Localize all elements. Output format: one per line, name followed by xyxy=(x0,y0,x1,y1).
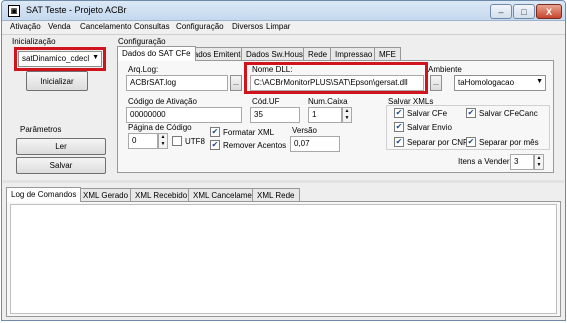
tab-mfe[interactable]: MFE xyxy=(374,47,401,61)
check-icon: ✔ xyxy=(210,140,220,150)
tab-dados-sat-cfe[interactable]: Dados do SAT CFe xyxy=(117,46,196,61)
check-icon: ✔ xyxy=(210,127,220,137)
salvar-cfe-checkbox[interactable]: ✔ Salvar CFe xyxy=(394,108,447,118)
versao-label: Versão xyxy=(292,126,317,135)
tab-xml-recebido[interactable]: XML Recebido xyxy=(130,188,193,202)
read-params-button[interactable]: Ler xyxy=(16,138,106,155)
cod-uf-label: Cód.UF xyxy=(252,97,280,106)
separar-cnpj-checkbox[interactable]: ✔ Separar por CNPJ xyxy=(394,137,472,147)
title-bar: ▣ SAT Teste - Projeto ACBr – □ X xyxy=(2,1,565,21)
remover-acentos-checkbox[interactable]: ✔ Remover Acentos xyxy=(210,140,286,150)
salvar-envio-checkbox[interactable]: ✔ Salvar Envio xyxy=(394,122,452,132)
config-group-label: Configuração xyxy=(118,37,166,46)
menu-bar: Ativação Venda Cancelamento Consultas Co… xyxy=(2,21,565,35)
salvar-envio-label: Salvar Envio xyxy=(407,122,452,132)
arq-log-field[interactable]: ACBrSAT.log xyxy=(126,75,228,91)
app-window: ▣ SAT Teste - Projeto ACBr – □ X Ativaçã… xyxy=(1,0,566,321)
utf8-box xyxy=(172,136,182,146)
salvar-cfe-label: Salvar CFe xyxy=(407,108,448,118)
params-group-label: Parâmetros xyxy=(20,125,62,134)
remover-acentos-label: Remover Acentos xyxy=(223,140,287,150)
maximize-button[interactable]: □ xyxy=(513,4,535,19)
salvar-cfecanc-label: Salvar CFeCanc xyxy=(479,108,538,118)
pagina-codigo-label: Página de Código xyxy=(128,123,192,132)
init-button[interactable]: Inicializar xyxy=(26,71,88,91)
separar-mes-label: Separar por mês xyxy=(479,137,539,147)
nome-dll-field[interactable]: C:\ACBrMonitorPLUS\SAT\Epson\gersat.dll xyxy=(250,75,424,91)
tab-xml-gerado[interactable]: XML Gerado xyxy=(78,188,134,202)
codigo-ativacao-label: Código de Ativação xyxy=(128,97,197,106)
tab-impressao[interactable]: Impressao xyxy=(330,47,378,61)
menu-configuracao[interactable]: Configuração xyxy=(176,22,224,31)
num-caixa-label: Num.Caixa xyxy=(308,97,348,106)
pagina-codigo-spinner[interactable]: ▲ ▼ xyxy=(158,133,168,149)
window-title: SAT Teste - Projeto ACBr xyxy=(26,5,127,15)
minimize-button[interactable]: – xyxy=(490,4,512,19)
tab-xml-rede[interactable]: XML Rede xyxy=(252,188,300,202)
save-params-button[interactable]: Salvar xyxy=(16,157,106,174)
formatar-xml-checkbox[interactable]: ✔ Formatar XML xyxy=(210,127,274,137)
tab-rede[interactable]: Rede xyxy=(303,47,333,61)
num-caixa-field[interactable]: 1 xyxy=(308,107,342,123)
menu-diversos[interactable]: Diversos xyxy=(232,22,263,31)
versao-field[interactable]: 0,07 xyxy=(290,136,340,152)
separar-mes-checkbox[interactable]: ✔ Separar por mês xyxy=(466,137,539,147)
ambiente-label: Ambiente xyxy=(428,65,462,74)
close-button[interactable]: X xyxy=(536,4,562,19)
menu-consultas[interactable]: Consultas xyxy=(134,22,170,31)
lib-type-value: satDinamico_cdecl xyxy=(22,54,90,63)
cod-uf-field[interactable]: 35 xyxy=(250,107,300,123)
tab-log-comandos[interactable]: Log de Comandos xyxy=(6,187,82,202)
init-group-label: Inicialização xyxy=(12,37,56,46)
log-textarea[interactable] xyxy=(10,204,557,314)
menu-ativacao[interactable]: Ativação xyxy=(10,22,41,31)
check-icon: ✔ xyxy=(394,137,404,147)
ambiente-value: taHomologacao xyxy=(458,78,515,87)
arq-log-label: Arq.Log: xyxy=(128,65,159,74)
itens-vender-label: Itens a Vender: xyxy=(458,157,512,166)
chevron-down-icon: ▼ xyxy=(536,78,543,85)
num-caixa-spinner[interactable]: ▲ ▼ xyxy=(342,107,352,123)
panel-splitter[interactable] xyxy=(3,180,564,183)
nome-dll-label: Nome DLL: xyxy=(252,65,293,74)
pagina-codigo-field[interactable]: 0 xyxy=(128,133,158,149)
codigo-ativacao-field[interactable]: 00000000 xyxy=(126,107,242,123)
check-icon: ✔ xyxy=(394,122,404,132)
utf8-label: UTF8 xyxy=(185,136,205,146)
arq-log-browse-button[interactable]: ... xyxy=(230,75,242,91)
salvar-cfecanc-checkbox[interactable]: ✔ Salvar CFeCanc xyxy=(466,108,538,118)
check-icon: ✔ xyxy=(394,108,404,118)
menu-venda[interactable]: Venda xyxy=(48,22,71,31)
nome-dll-browse-button[interactable]: ... xyxy=(430,75,442,91)
check-icon: ✔ xyxy=(466,108,476,118)
menu-limpar[interactable]: Limpar xyxy=(266,22,290,31)
menu-cancelamento[interactable]: Cancelamento xyxy=(80,22,132,31)
utf8-checkbox[interactable]: UTF8 xyxy=(172,136,205,146)
formatar-xml-label: Formatar XML xyxy=(223,127,275,137)
app-icon: ▣ xyxy=(8,5,20,17)
tab-dados-sw-house[interactable]: Dados Sw.House xyxy=(241,47,313,61)
chevron-down-icon: ▼ xyxy=(92,54,99,61)
separar-cnpj-label: Separar por CNPJ xyxy=(407,137,473,147)
itens-vender-field[interactable]: 3 xyxy=(510,154,534,170)
lib-type-select[interactable]: satDinamico_cdecl ▼ xyxy=(18,51,102,67)
itens-vender-spinner[interactable]: ▲ ▼ xyxy=(534,154,544,170)
check-icon: ✔ xyxy=(466,137,476,147)
ambiente-select[interactable]: taHomologacao ▼ xyxy=(454,75,546,91)
